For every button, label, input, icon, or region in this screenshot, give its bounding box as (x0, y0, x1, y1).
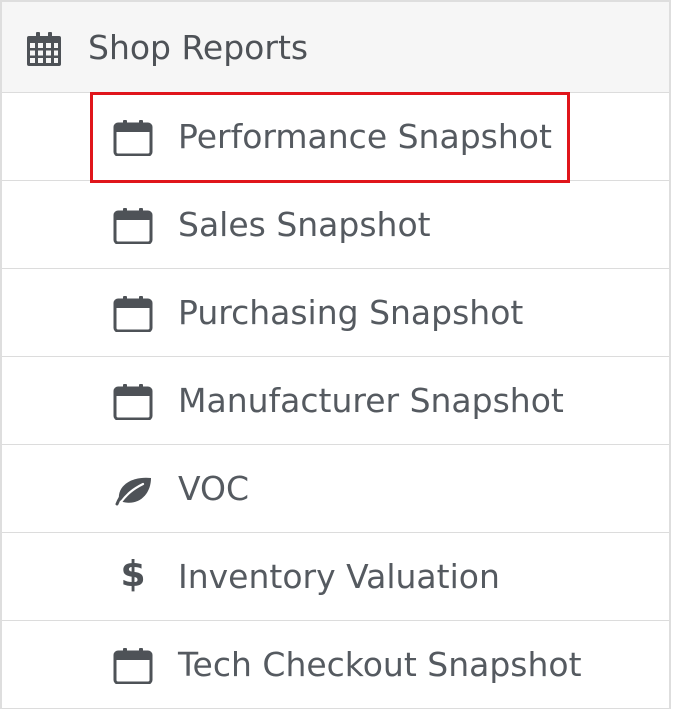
menu-item-manufacturer-snapshot[interactable]: Manufacturer Snapshot (2, 357, 669, 445)
menu-item-voc[interactable]: VOC (2, 445, 669, 533)
dollar-icon: $ (120, 554, 146, 595)
menu-item-label: VOC (178, 469, 250, 508)
calendar-icon (113, 384, 153, 420)
menu-item-label: Performance Snapshot (178, 117, 552, 156)
calendar-icon (113, 296, 153, 332)
menu-item-label: Manufacturer Snapshot (178, 381, 564, 420)
calendar-grid-icon (27, 32, 61, 66)
calendar-icon (113, 120, 153, 156)
header-label: Shop Reports (88, 28, 309, 67)
shop-reports-menu: Shop Reports Performance Snapshot Sales … (0, 0, 671, 709)
menu-item-label: Purchasing Snapshot (178, 293, 524, 332)
menu-item-sales-snapshot[interactable]: Sales Snapshot (2, 181, 669, 269)
menu-item-purchasing-snapshot[interactable]: Purchasing Snapshot (2, 269, 669, 357)
menu-item-label: Sales Snapshot (178, 205, 431, 244)
menu-item-tech-checkout-snapshot[interactable]: Tech Checkout Snapshot (2, 621, 669, 709)
menu-item-label: Tech Checkout Snapshot (178, 645, 582, 684)
menu-item-label: Inventory Valuation (178, 557, 500, 596)
shop-reports-header[interactable]: Shop Reports (2, 2, 669, 93)
calendar-icon (113, 648, 153, 684)
leaf-icon (115, 477, 151, 506)
menu-item-performance-snapshot[interactable]: Performance Snapshot (2, 93, 669, 181)
calendar-icon (113, 208, 153, 244)
menu-item-inventory-valuation[interactable]: $ Inventory Valuation (2, 533, 669, 621)
